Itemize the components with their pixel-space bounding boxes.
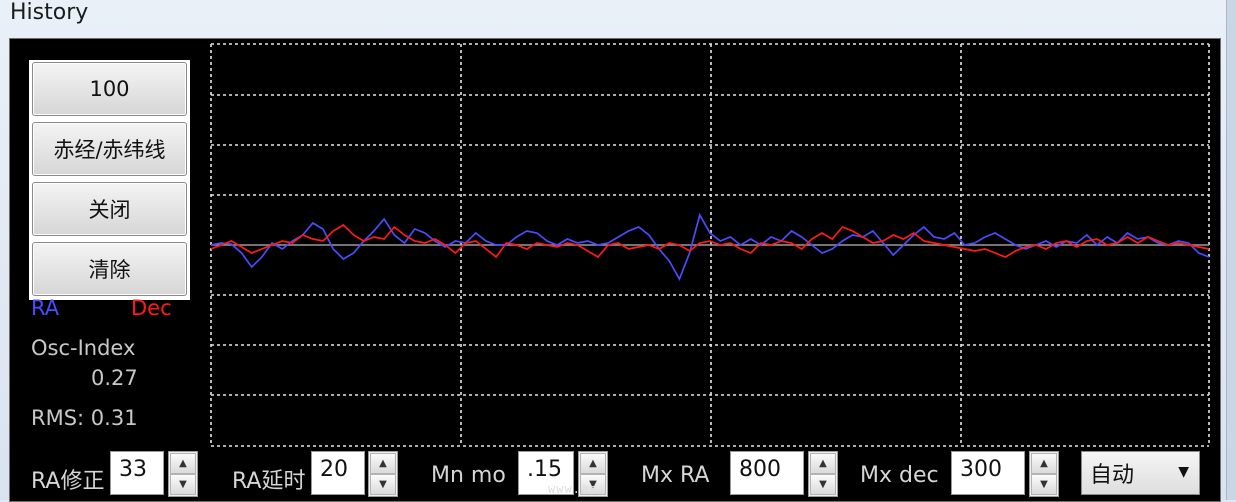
max-dec-spinner[interactable]: ▲ ▼ [1029,451,1059,497]
ra-delay-spinner[interactable]: ▲ ▼ [368,451,398,497]
spin-down-icon[interactable]: ▼ [170,474,196,495]
ra-correction-spinner[interactable]: ▲ ▼ [168,451,198,497]
max-ra-label: Mx RA [641,463,710,488]
mode-value: 自动 [1090,463,1135,488]
max-ra-spinner[interactable]: ▲ ▼ [808,451,838,497]
max-dec-input[interactable]: 300 [951,451,1025,495]
window-title: History [10,0,89,25]
spin-up-icon[interactable]: ▲ [810,453,836,474]
clear-button[interactable]: 清除 [32,242,187,296]
ra-correction-input[interactable]: 33 [110,451,164,495]
spin-down-icon[interactable]: ▼ [370,474,396,495]
ra-dec-lines-button[interactable]: 赤经/赤纬线 [32,122,187,176]
mode-dropdown[interactable]: 自动 ▼ [1081,451,1200,495]
chevron-down-icon: ▼ [1178,464,1189,480]
ra-delay-input[interactable]: 20 [311,451,365,495]
ra-delay-label: RA延时 [232,469,306,494]
spin-up-icon[interactable]: ▲ [370,453,396,474]
rms-value: RMS: 0.31 [31,406,138,430]
spin-up-icon[interactable]: ▲ [1031,453,1057,474]
spin-up-icon[interactable]: ▲ [580,453,606,474]
osc-index-label: Osc-Index [31,336,136,360]
legend-ra: RA [31,296,60,320]
min-move-label: Mn mo [431,463,506,488]
history-panel [9,38,1221,502]
ra-series-line [210,212,1210,281]
osc-index-value: 0.27 [91,366,138,390]
spin-down-icon[interactable]: ▼ [810,474,836,495]
history-window: History 100 赤经/赤纬线 关闭 清除 RA Dec Osc-Inde… [0,0,1236,502]
spin-up-icon[interactable]: ▲ [170,453,196,474]
ra-correction-label: RA修正 [31,469,105,494]
dec-series-line [210,223,1210,259]
legend-dec: Dec [131,296,172,320]
scale-100-button[interactable]: 100 [32,62,187,116]
window-right-border [1226,0,1236,500]
max-ra-input[interactable]: 800 [730,451,804,495]
max-dec-label: Mx dec [860,463,939,488]
close-button[interactable]: 关闭 [32,182,187,236]
history-graph [210,43,1210,447]
watermark-text: www.as [548,482,598,496]
spin-down-icon[interactable]: ▼ [1031,474,1057,495]
